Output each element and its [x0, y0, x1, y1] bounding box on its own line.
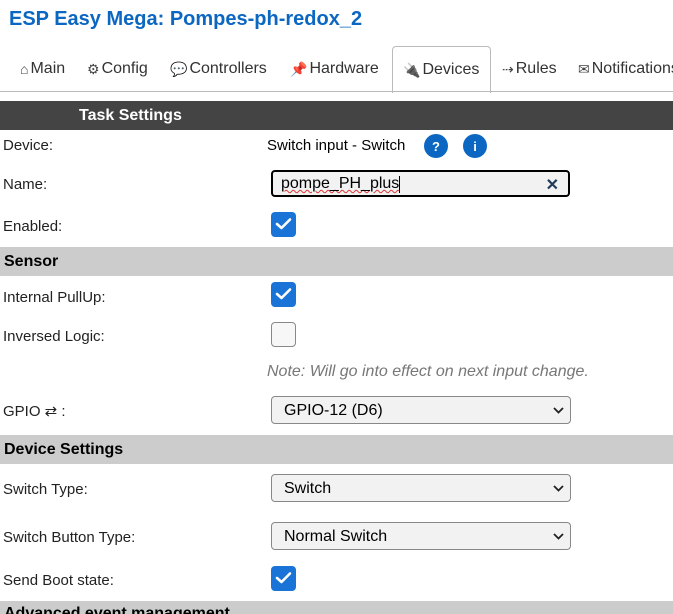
tab-label: Main	[30, 60, 66, 77]
check-icon	[275, 572, 292, 584]
pullup-checkbox[interactable]	[271, 282, 296, 307]
pullup-label: Internal PullUp:	[3, 289, 106, 306]
task-settings-header: Task Settings	[0, 101, 673, 130]
tab-rules[interactable]: ⇢ Rules	[502, 46, 557, 92]
check-icon	[275, 218, 292, 230]
gpio-select[interactable]: GPIO-12 (D6)	[271, 396, 571, 424]
inversed-logic-checkbox[interactable]	[271, 322, 296, 347]
tab-label: Config	[101, 60, 148, 77]
advanced-section-title: Advanced event management	[4, 605, 230, 614]
check-icon	[275, 288, 292, 300]
tab-label: Devices	[422, 61, 480, 78]
inversed-logic-label: Inversed Logic:	[3, 328, 105, 345]
tab-bar: ⌂ Main ⚙ Config 💬 Controllers 📌 Hardware…	[0, 46, 673, 93]
tab-controllers[interactable]: 💬 Controllers	[170, 46, 267, 92]
boot-state-checkbox[interactable]	[271, 566, 296, 591]
tab-devices[interactable]: 🔌 Devices	[392, 46, 491, 93]
info-icon: i	[473, 138, 477, 154]
switch-button-type-value: Normal Switch	[284, 528, 388, 545]
name-label: Name:	[3, 176, 48, 193]
arrow-icon: ⇢	[502, 60, 514, 77]
switch-type-select[interactable]: Switch	[271, 474, 571, 502]
tab-label: Controllers	[189, 60, 267, 77]
enabled-checkbox[interactable]	[271, 212, 296, 237]
app-title: ESP Easy Mega: Pompes-ph-redox_2	[9, 8, 363, 30]
envelope-icon: ✉	[578, 60, 590, 77]
tab-notifications[interactable]: ✉ Notifications	[578, 46, 673, 92]
tab-hardware[interactable]: 📌 Hardware	[290, 46, 379, 92]
plug-icon: 🔌	[403, 61, 421, 78]
tab-label: Rules	[515, 60, 557, 77]
tab-divider	[0, 91, 673, 92]
device-label: Device:	[3, 137, 54, 154]
note-text: Note: Will go into effect on next input …	[267, 363, 589, 380]
text-caret	[399, 176, 400, 193]
gpio-label: GPIO ⇄ :	[3, 403, 66, 420]
tab-main[interactable]: ⌂ Main	[20, 46, 65, 92]
switch-type-value: Switch	[284, 480, 332, 497]
tab-config[interactable]: ⚙ Config	[87, 46, 148, 92]
switch-type-label: Switch Type:	[3, 481, 88, 498]
chevron-down-icon	[553, 407, 564, 414]
enabled-label: Enabled:	[3, 218, 63, 235]
sensor-section-header: Sensor	[0, 247, 673, 276]
switch-button-type-label: Switch Button Type:	[3, 529, 136, 546]
house-icon: ⌂	[20, 61, 29, 77]
device-settings-section-header: Device Settings	[0, 435, 673, 464]
chevron-down-icon	[553, 485, 564, 492]
switch-button-type-select[interactable]: Normal Switch	[271, 522, 571, 550]
chevron-down-icon	[553, 533, 564, 540]
info-button[interactable]: i	[463, 134, 487, 158]
tab-label: Hardware	[309, 60, 379, 77]
name-input[interactable]: pompe_PH_plus ✕	[271, 170, 570, 197]
help-button[interactable]: ?	[424, 134, 448, 158]
device-settings-section-title: Device Settings	[4, 441, 124, 458]
clear-icon[interactable]: ✕	[546, 175, 559, 195]
boot-state-label: Send Boot state:	[3, 572, 114, 589]
pin-icon: 📌	[290, 60, 308, 77]
gpio-select-value: GPIO-12 (D6)	[284, 402, 383, 419]
task-settings-title: Task Settings	[79, 107, 182, 124]
advanced-section-header: Advanced event management	[0, 601, 673, 614]
sensor-section-title: Sensor	[4, 253, 59, 270]
gear-icon: ⚙	[87, 60, 100, 77]
device-value: Switch input - Switch	[267, 137, 406, 154]
name-input-value: pompe_PH_plus	[281, 175, 400, 192]
chat-icon: 💬	[170, 60, 188, 77]
question-icon: ?	[432, 138, 440, 154]
tab-label: Notifications	[591, 60, 673, 77]
